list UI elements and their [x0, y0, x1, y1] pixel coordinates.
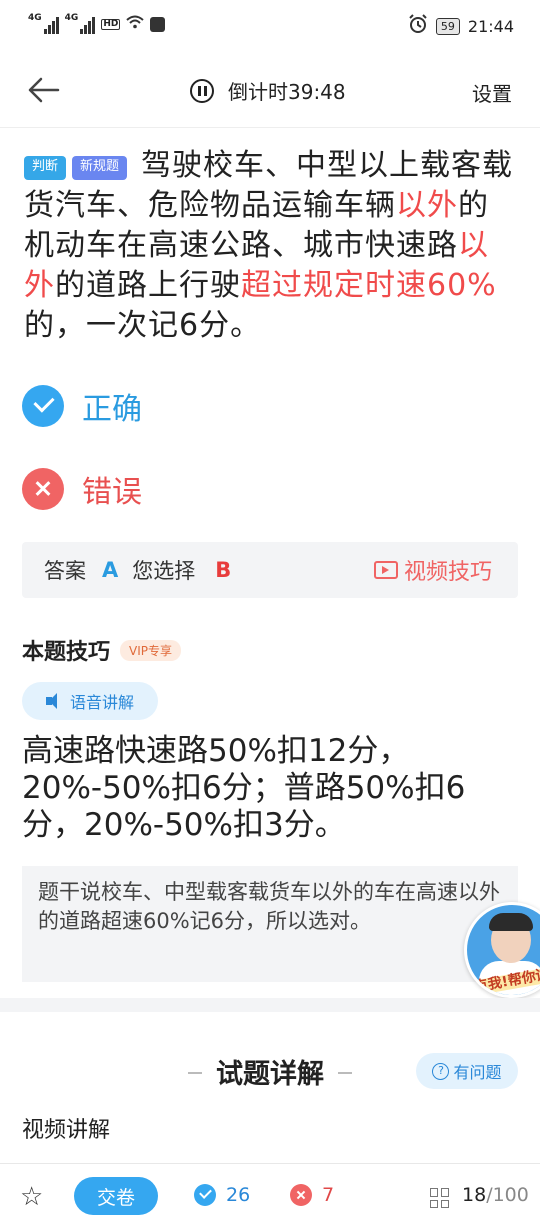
signal-icon: 4G: [65, 14, 96, 34]
option-correct-label: 正确: [82, 392, 142, 427]
battery-indicator: 59: [435, 17, 460, 35]
notification-icon: [150, 16, 166, 32]
detail-title-text: 试题详解: [216, 1059, 324, 1090]
signal-icon: 4G: [28, 14, 59, 34]
star-icon[interactable]: ☆: [20, 1184, 43, 1210]
tip-text: 高速路快速路50%扣12分，20%-50%扣6分；普路50%扣6分，20%-50…: [22, 733, 466, 843]
voice-explain-button[interactable]: 语音讲解: [22, 682, 158, 720]
avatar-hair: [489, 913, 533, 931]
status-bar: 4G 4G HD 59 21:44: [0, 0, 540, 52]
video-icon: [373, 561, 398, 579]
section-divider: [0, 998, 540, 1012]
status-right: 59 21:44: [408, 14, 514, 38]
x-circle-icon: [22, 468, 64, 510]
option-correct[interactable]: 正确: [22, 384, 142, 428]
hd-icon: HD: [101, 18, 121, 30]
wrong-count: 7: [322, 1184, 335, 1206]
option-wrong[interactable]: 错误: [22, 467, 142, 511]
ask-question-button[interactable]: ? 有问题: [416, 1053, 518, 1089]
signal-label: 4G: [28, 13, 42, 23]
question-segment: 的，一次记6分。: [24, 308, 262, 343]
question-segment: 的道路上行驶: [55, 268, 241, 303]
total-questions: /100: [486, 1184, 529, 1206]
correct-count: 26: [226, 1184, 251, 1206]
question-mark-icon: ?: [432, 1062, 450, 1080]
clock: 21:44: [467, 16, 514, 36]
video-tip-label: 视频技巧: [403, 560, 492, 585]
top-bar: 倒计时39:48 设置: [0, 52, 540, 128]
question-type-tag: 判断: [24, 156, 67, 180]
question-highlight: 以外: [396, 188, 458, 223]
submit-button[interactable]: 交卷: [74, 1177, 158, 1215]
answer-bar: 答案 A 您选择 B 视频技巧: [22, 542, 518, 598]
option-wrong-label: 错误: [82, 475, 142, 510]
check-circle-icon: [194, 1184, 216, 1206]
countdown-text: 倒计时39:48: [228, 80, 346, 104]
voice-explain-label: 语音讲解: [69, 693, 134, 712]
ask-question-label: 有问题: [453, 1063, 502, 1082]
answer-value: A: [102, 558, 119, 582]
title-dash: [338, 1072, 352, 1074]
current-question: 18: [462, 1184, 487, 1206]
vip-badge: VIP专享: [120, 639, 182, 661]
new-rule-tag: 新规题: [72, 156, 128, 180]
question-text: 判断 新规题 驾驶校车、中型以上载客载货汽车、危险物品运输车辆以外的机动车在高速公路…: [24, 146, 516, 346]
question-progress[interactable]: 18/100: [462, 1184, 529, 1206]
selected-label: 您选择: [132, 559, 196, 583]
check-circle-icon: [22, 385, 64, 427]
x-circle-icon: [290, 1184, 312, 1206]
tips-header: 本题技巧 VIP专享: [22, 634, 182, 666]
question-highlight: 超过规定时速60%: [241, 268, 497, 303]
back-arrow-icon[interactable]: [26, 72, 62, 108]
video-tip-button[interactable]: 视频技巧: [373, 554, 492, 586]
grid-icon[interactable]: [430, 1188, 450, 1208]
signal-label: 4G: [64, 13, 79, 23]
correct-counter: 26: [194, 1184, 250, 1206]
settings-button[interactable]: 设置: [472, 78, 512, 107]
explanation-box: 题干说校车、中型载客载货车以外的车在高速以外的道路超速60%记6分，所以选对。: [22, 866, 518, 982]
wrong-counter: 7: [290, 1184, 334, 1206]
explanation-text: 题干说校车、中型载客载货车以外的车在高速以外的道路超速60%记6分，所以选对。: [38, 880, 500, 933]
tips-title: 本题技巧: [22, 640, 111, 665]
answer-label: 答案: [44, 559, 86, 583]
countdown-timer[interactable]: 倒计时39:48: [190, 76, 346, 105]
pause-icon[interactable]: [190, 78, 214, 103]
bottom-bar: ☆ 交卷 26 7 18/100: [0, 1163, 540, 1230]
selected-value: B: [215, 558, 232, 582]
speaker-icon: [45, 693, 64, 709]
wifi-icon: [126, 15, 144, 33]
alarm-icon: [408, 14, 428, 38]
title-dash: [188, 1072, 202, 1074]
video-explain-heading: 视频讲解: [22, 1118, 111, 1143]
status-left: 4G 4G HD: [28, 14, 166, 34]
